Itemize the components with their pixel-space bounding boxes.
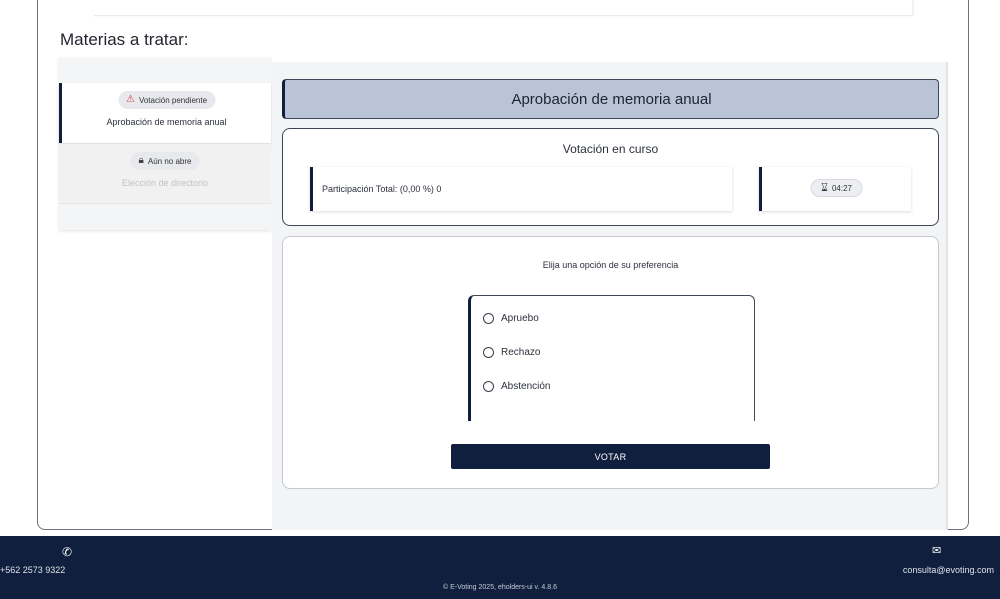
hourglass-icon: ⌛︎ [821, 181, 828, 194]
phone-icon: ✆ [62, 545, 73, 559]
option-label: Apruebo [501, 313, 539, 324]
status-badge-label: Votación pendiente [138, 95, 208, 105]
countdown-value: 04:27 [831, 183, 852, 193]
agenda-item-title: Elección de directorio [121, 178, 209, 188]
option-label: Rechazo [501, 347, 541, 358]
footer-phone[interactable]: +562 2573 9322 [0, 565, 65, 575]
top-header-strip [94, 5, 912, 16]
mail-icon: ✉ [932, 545, 942, 557]
agenda-item-title: Aprobación de memoria anual [106, 117, 227, 127]
option-rechazo[interactable]: Rechazo [483, 347, 540, 358]
radio-button[interactable] [483, 313, 494, 324]
warning-icon: ⚠ [125, 94, 135, 105]
voting-status-card: Votación en curso Participación Total: (… [282, 128, 939, 226]
option-label: Abstención [501, 381, 551, 392]
lock-icon: 🔒︎ [138, 155, 144, 166]
participation-card: Participación Total: (0,00 %) 0 [310, 167, 732, 211]
participation-text: Participación Total: (0,00 %) 0 [322, 184, 442, 194]
agenda-header: Aprobación de memoria anual [282, 79, 939, 119]
agenda-item-directorio: 🔒︎ Aún no abre Elección de directorio [59, 144, 271, 204]
footer: ✆ +562 2573 9322 ✉ consulta@evoting.com … [0, 536, 1000, 599]
right-gutter [912, 0, 914, 16]
radio-button[interactable] [483, 381, 494, 392]
countdown-timer: ⌛︎ 04:27 [810, 179, 863, 197]
voting-status-title: Votación en curso [562, 142, 659, 156]
radio-button[interactable] [483, 347, 494, 358]
status-badge-label: Aún no abre [147, 156, 192, 166]
status-badge-closed: 🔒︎ Aún no abre [130, 152, 200, 170]
agenda-item-memoria-anual[interactable]: ⚠ Votación pendiente Aprobación de memor… [59, 83, 271, 143]
footer-copyright: © E-Voting 2025, eholders-ui v. 4.8.6 [443, 584, 557, 591]
status-badge-pending: ⚠ Votación pendiente [117, 91, 216, 109]
vote-options: Apruebo Rechazo Abstención [468, 295, 755, 421]
agenda-list: ⚠ Votación pendiente Aprobación de memor… [59, 58, 271, 230]
option-apruebo[interactable]: Apruebo [483, 313, 539, 324]
section-title: Materias a tratar: [60, 30, 189, 49]
option-abstencion[interactable]: Abstención [483, 381, 550, 392]
vote-button[interactable]: VOTAR [451, 444, 770, 469]
footer-email[interactable]: consulta@evoting.com [903, 565, 994, 575]
vote-card: Elija una opción de su preferencia Aprue… [282, 236, 939, 489]
vote-prompt: Elija una opción de su preferencia [542, 260, 679, 270]
timer-card: ⌛︎ 04:27 [759, 167, 911, 211]
